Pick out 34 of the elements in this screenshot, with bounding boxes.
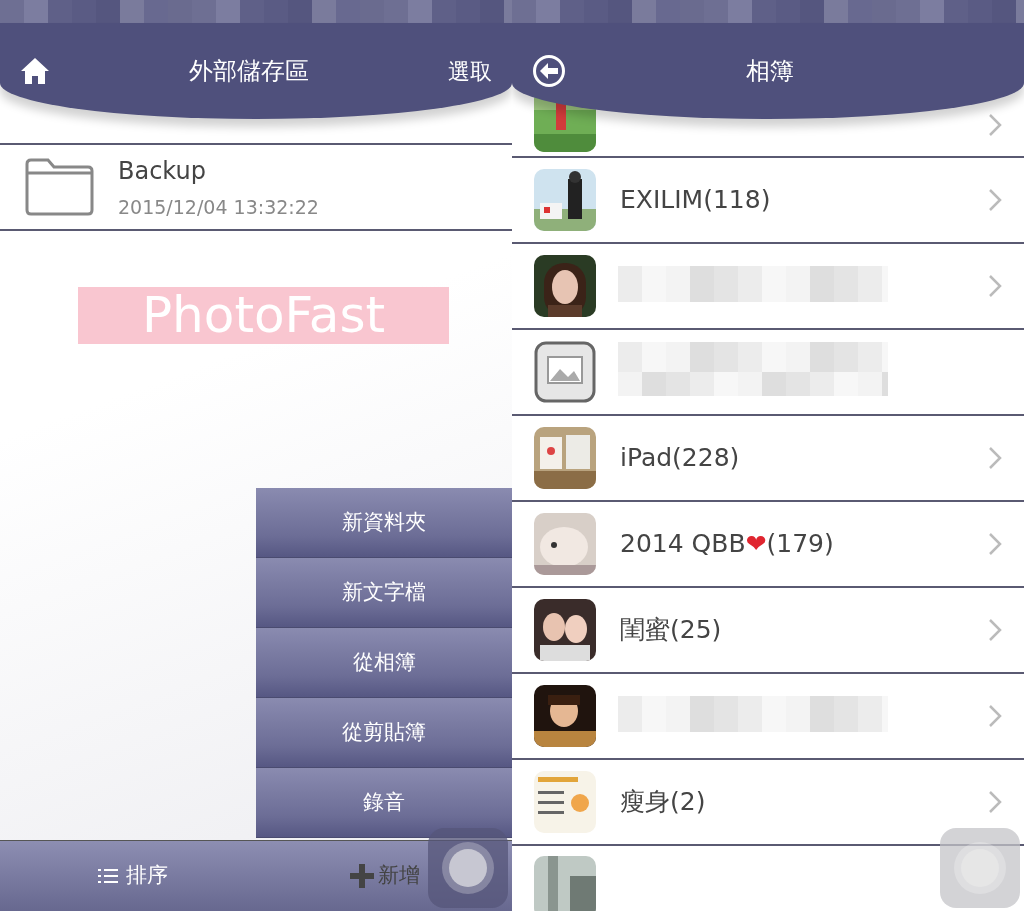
chevron-icon	[988, 446, 1002, 470]
folder-date: 2015/12/04 13:32:22	[118, 194, 319, 220]
chevron-icon	[988, 532, 1002, 556]
screen-title: 外部儲存區	[189, 56, 309, 87]
folder-icon	[24, 158, 94, 216]
chevron-icon	[988, 704, 1002, 728]
menu-item[interactable]: 從剪貼簿	[256, 698, 512, 768]
heart-emoji: ❤	[745, 528, 767, 561]
home-icon[interactable]	[20, 57, 50, 85]
screen-title: 相簿	[746, 56, 794, 87]
select-button[interactable]: 選取	[448, 54, 492, 88]
album-count: (179)	[766, 528, 834, 561]
sort-button[interactable]: 排序	[92, 859, 174, 893]
plus-icon	[350, 864, 374, 888]
album-name[interactable]: 閨蜜(25)	[620, 611, 722, 649]
chevron-icon	[988, 112, 1002, 137]
chevron-icon	[988, 274, 1002, 298]
chevron-icon	[988, 790, 1002, 814]
folder-name[interactable]: Backup	[118, 152, 319, 189]
assistive-touch-button[interactable]	[428, 828, 508, 908]
back-icon[interactable]	[532, 54, 566, 88]
chevron-icon	[988, 618, 1002, 642]
menu-item[interactable]: 新資料夾	[256, 488, 512, 558]
menu-item[interactable]: 錄音	[256, 768, 512, 838]
brand-banner: PhotoFast	[78, 287, 449, 344]
album-name[interactable]: EXILIM(118)	[620, 181, 771, 219]
menu-item[interactable]: 從相簿	[256, 628, 512, 698]
album-name[interactable]: 瘦身(2)	[620, 783, 706, 821]
gallery-icon	[534, 341, 596, 403]
chevron-icon	[988, 188, 1002, 212]
album-name[interactable]: iPad(228)	[620, 439, 740, 477]
album-name[interactable]: 2014 QBB	[620, 525, 746, 563]
list-icon	[98, 868, 118, 884]
menu-item[interactable]: 新文字檔	[256, 558, 512, 628]
